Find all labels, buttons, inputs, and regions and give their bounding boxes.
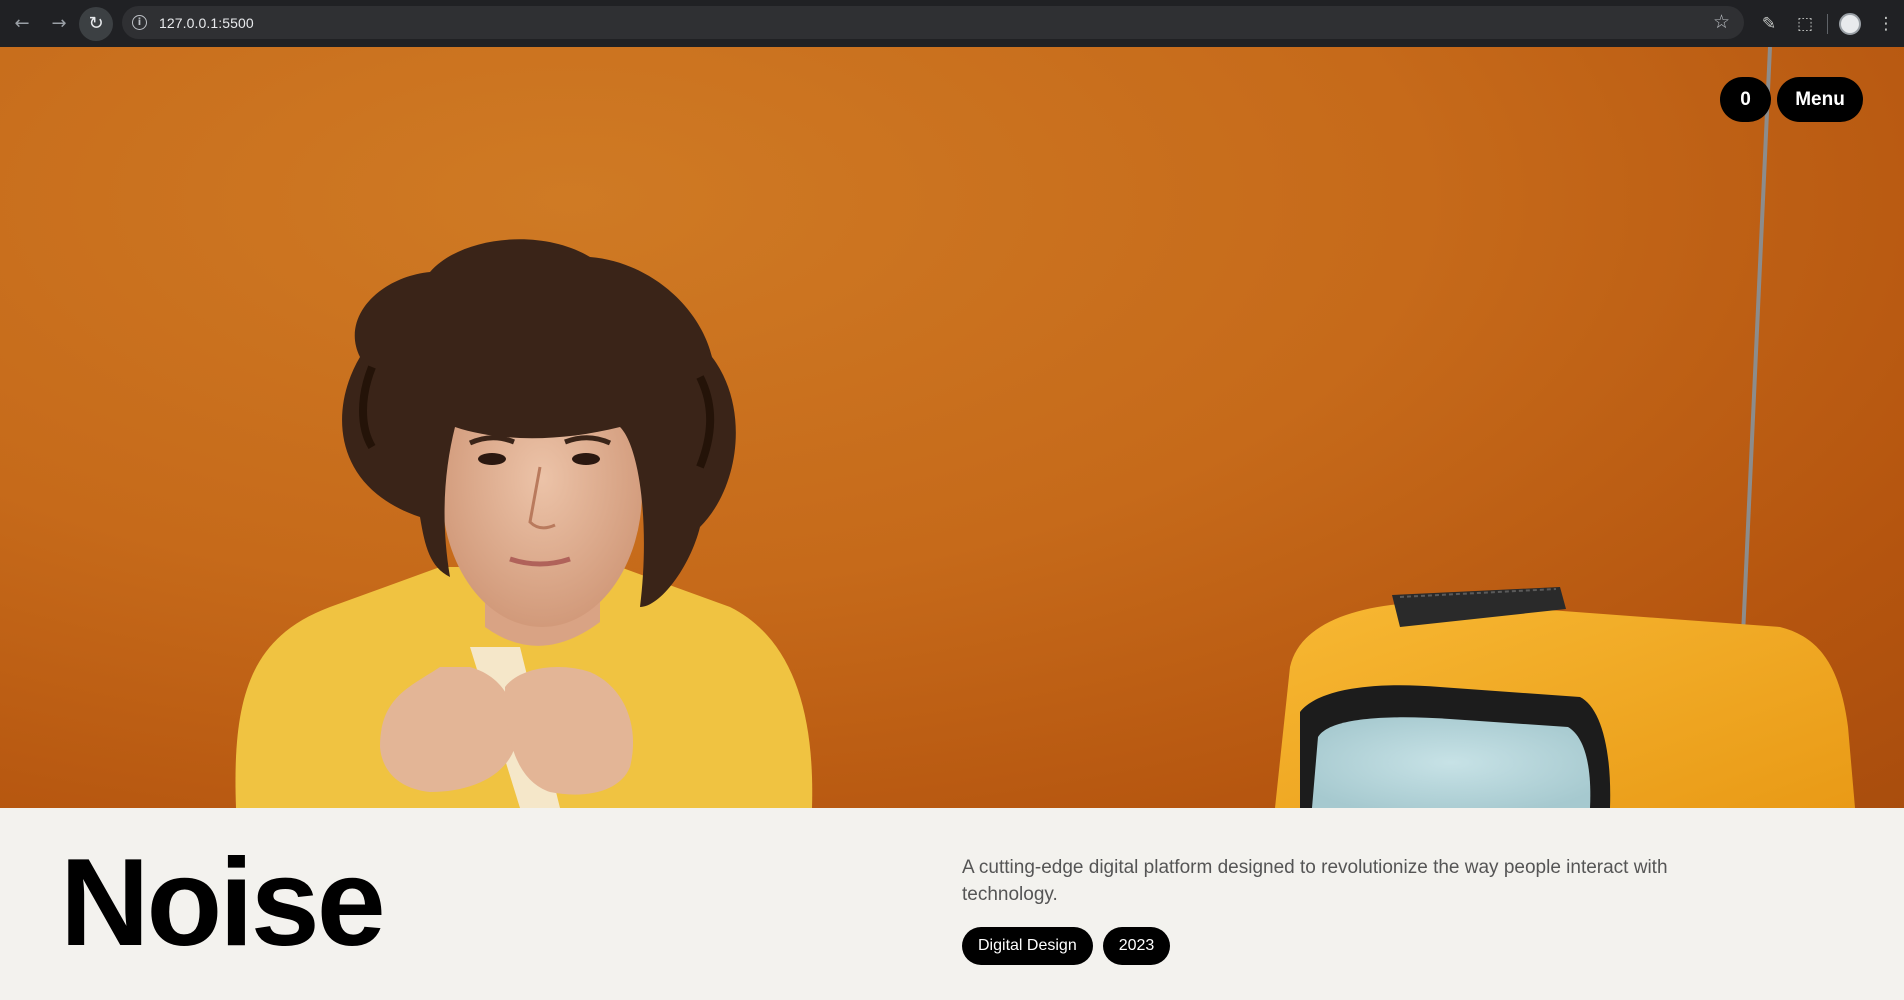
browser-toolbar: ← → ↻ i 127.0.0.1:5500 ☆ ✎ ⬚ ⋮ (0, 0, 1904, 47)
extensions-icon[interactable]: ⬚ (1787, 6, 1823, 42)
menu-button[interactable]: Menu (1777, 77, 1863, 122)
back-icon[interactable]: ← (5, 7, 39, 41)
address-bar[interactable]: i 127.0.0.1:5500 ☆ (122, 6, 1744, 39)
project-info: Noise A cutting-edge digital platform de… (0, 808, 1904, 1000)
browser-actions: ✎ ⬚ ⋮ (1751, 0, 1904, 47)
hero-image: 0 Menu (0, 47, 1904, 808)
project-description: A cutting-edge digital platform designed… (962, 857, 1668, 905)
hero-illustration (235, 47, 1855, 808)
cart-count-button[interactable]: 0 (1720, 77, 1771, 122)
site-info-icon[interactable]: i (132, 15, 147, 30)
toolbar-divider (1827, 13, 1828, 34)
bookmark-star-icon[interactable]: ☆ (1713, 11, 1730, 33)
eyedropper-icon[interactable]: ✎ (1751, 6, 1787, 42)
tag-year[interactable]: 2023 (1102, 927, 1171, 965)
tag-category[interactable]: Digital Design (962, 927, 1093, 965)
project-title: Noise (60, 834, 386, 972)
profile-avatar[interactable] (1832, 6, 1868, 42)
url-text[interactable]: 127.0.0.1:5500 (159, 15, 254, 31)
reload-icon[interactable]: ↻ (79, 6, 113, 41)
more-menu-icon[interactable]: ⋮ (1868, 6, 1904, 42)
tag-list: Digital Design 2023 (962, 927, 1171, 965)
hero-actions: 0 Menu (1720, 77, 1863, 122)
forward-icon[interactable]: → (42, 7, 76, 41)
